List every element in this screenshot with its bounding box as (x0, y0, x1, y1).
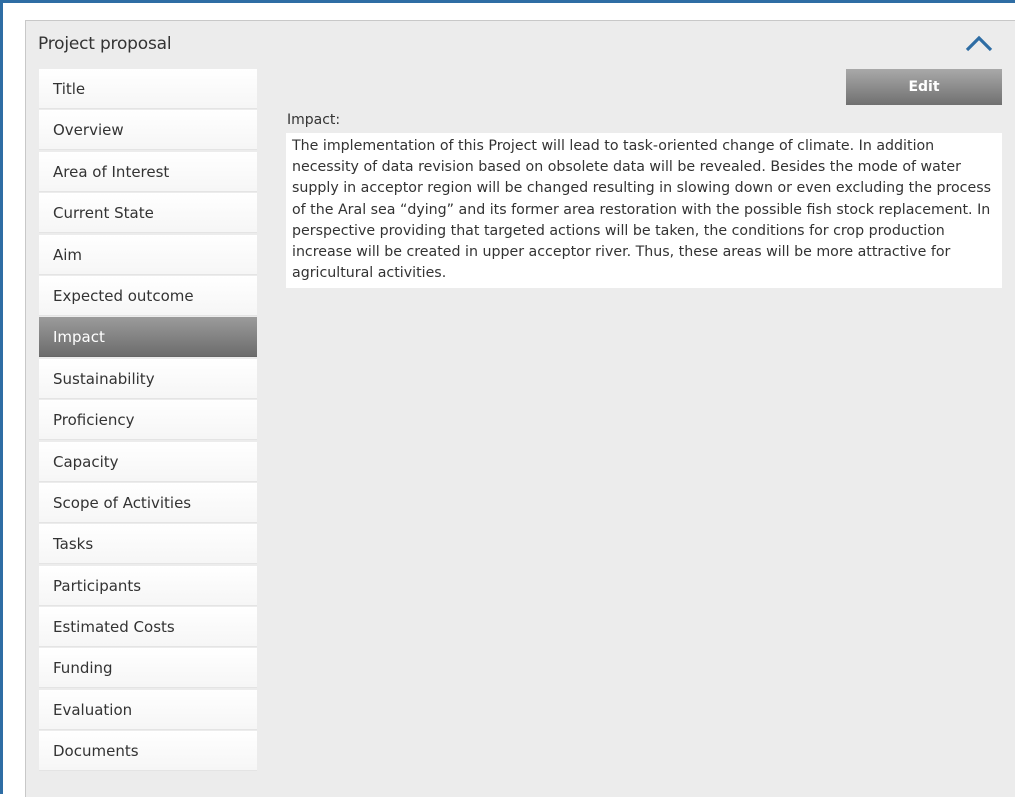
nav-item-scope-of-activities[interactable]: Scope of Activities (39, 482, 257, 523)
nav-item-proficiency[interactable]: Proficiency (39, 400, 257, 441)
section-nav: Title Overview Area of Interest Current … (39, 69, 257, 773)
nav-item-evaluation[interactable]: Evaluation (39, 689, 257, 730)
nav-item-title[interactable]: Title (39, 69, 257, 109)
impact-field-text: The implementation of this Project will … (286, 133, 1002, 289)
nav-item-sustainability[interactable]: Sustainability (39, 358, 257, 399)
nav-item-impact[interactable]: Impact (39, 317, 257, 358)
nav-item-current-state[interactable]: Current State (39, 193, 257, 234)
nav-item-aim[interactable]: Aim (39, 234, 257, 275)
nav-item-overview[interactable]: Overview (39, 110, 257, 151)
window-frame: Project proposal Title Overview Area of … (0, 0, 1015, 797)
panel-title: Project proposal (38, 34, 172, 54)
impact-field-label: Impact: (287, 112, 341, 128)
nav-item-estimated-costs[interactable]: Estimated Costs (39, 607, 257, 648)
project-proposal-panel: Project proposal Title Overview Area of … (25, 20, 1015, 797)
nav-item-documents[interactable]: Documents (39, 731, 257, 772)
nav-item-tasks[interactable]: Tasks (39, 524, 257, 565)
edit-button[interactable]: Edit (846, 69, 1002, 105)
nav-item-participants[interactable]: Participants (39, 565, 257, 606)
nav-item-area-of-interest[interactable]: Area of Interest (39, 151, 257, 192)
nav-item-funding[interactable]: Funding (39, 648, 257, 689)
nav-item-capacity[interactable]: Capacity (39, 441, 257, 482)
chevron-up-icon (965, 35, 993, 52)
collapse-button[interactable] (959, 28, 999, 58)
nav-item-expected-outcome[interactable]: Expected outcome (39, 275, 257, 316)
